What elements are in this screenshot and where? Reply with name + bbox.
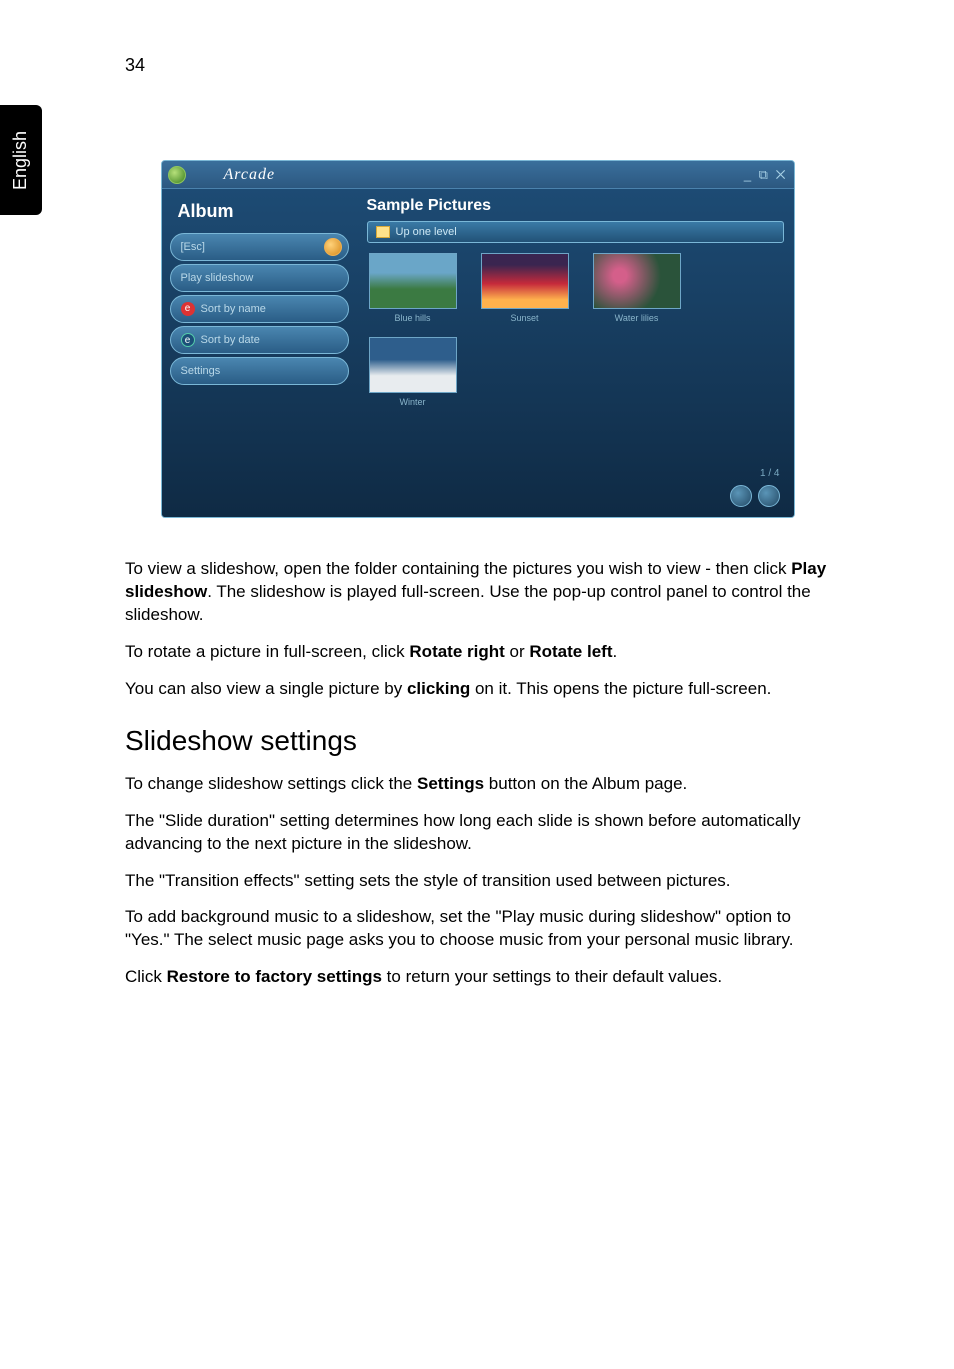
paragraph: The "Slide duration" setting determines … <box>125 810 830 856</box>
thumbnail-image <box>369 253 457 309</box>
paragraph: To rotate a picture in full-screen, clic… <box>125 641 830 664</box>
left-panel: Album [Esc] Play slideshow e Sort by nam… <box>162 189 357 517</box>
titlebar-title: Arcade <box>224 166 276 184</box>
sort-by-date-button[interactable]: e Sort by date <box>170 326 349 354</box>
menu-item-label: Settings <box>181 365 221 377</box>
window-buttons[interactable]: _ ⧉ ✕ <box>744 167 788 183</box>
content-area: Arcade _ ⧉ ✕ Album [Esc] Play slideshow … <box>125 160 830 1003</box>
esc-label: [Esc] <box>181 241 205 253</box>
titlebar: Arcade _ ⧉ ✕ <box>162 161 794 189</box>
back-icon[interactable] <box>324 238 342 256</box>
nav-down-icon[interactable] <box>758 485 780 507</box>
document-text: To view a slideshow, open the folder con… <box>125 558 830 989</box>
thumbnail-water-lilies[interactable]: Water lilies <box>591 253 683 323</box>
thumbnail-image <box>369 337 457 393</box>
thumbnail-grid: Blue hills Sunset Water lilies Wint <box>367 253 784 407</box>
thumbnail-blue-hills[interactable]: Blue hills <box>367 253 459 323</box>
album-heading: Album <box>168 197 351 230</box>
thumbnail-caption: Blue hills <box>367 313 459 323</box>
settings-button[interactable]: Settings <box>170 357 349 385</box>
thumbnail-caption: Winter <box>367 397 459 407</box>
nav-up-icon[interactable] <box>730 485 752 507</box>
language-tab: English <box>0 105 42 215</box>
up-one-level-button[interactable]: Up one level <box>367 221 784 243</box>
sort-by-name-button[interactable]: e Sort by name <box>170 295 349 323</box>
gallery-footer: 1 / 4 <box>730 468 780 507</box>
nav-buttons <box>730 485 780 507</box>
page: 34 English Arcade _ ⧉ ✕ Album [Esc] P <box>0 0 954 1369</box>
menu-item-label: Sort by name <box>201 303 266 315</box>
thumbnail-caption: Sunset <box>479 313 571 323</box>
thumbnail-caption: Water lilies <box>591 313 683 323</box>
paragraph: You can also view a single picture by cl… <box>125 678 830 701</box>
badge-icon: e <box>181 302 195 316</box>
paragraph: To view a slideshow, open the folder con… <box>125 558 830 627</box>
thumbnail-image <box>593 253 681 309</box>
menu-item-label: Play slideshow <box>181 272 254 284</box>
thumbnail-image <box>481 253 569 309</box>
paragraph: The "Transition effects" setting sets th… <box>125 870 830 893</box>
thumbnail-sunset[interactable]: Sunset <box>479 253 571 323</box>
paragraph: Click Restore to factory settings to ret… <box>125 966 830 989</box>
paragraph: To add background music to a slideshow, … <box>125 906 830 952</box>
language-label: English <box>11 130 32 189</box>
thumbnail-winter[interactable]: Winter <box>367 337 459 407</box>
screenshot-body: Album [Esc] Play slideshow e Sort by nam… <box>162 189 794 517</box>
right-panel: Sample Pictures Up one level Blue hills … <box>357 189 794 517</box>
folder-up-icon <box>376 226 390 238</box>
paragraph: To change slideshow settings click the S… <box>125 773 830 796</box>
page-number: 34 <box>125 55 145 76</box>
section-heading: Slideshow settings <box>125 725 830 757</box>
esc-button[interactable]: [Esc] <box>170 233 349 261</box>
gallery-title: Sample Pictures <box>367 197 784 215</box>
arcade-screenshot: Arcade _ ⧉ ✕ Album [Esc] Play slideshow … <box>161 160 795 518</box>
page-indicator: 1 / 4 <box>730 468 780 479</box>
home-icon[interactable] <box>168 166 186 184</box>
menu-item-label: Sort by date <box>201 334 260 346</box>
up-one-level-label: Up one level <box>396 226 457 238</box>
play-slideshow-button[interactable]: Play slideshow <box>170 264 349 292</box>
badge-icon: e <box>181 333 195 347</box>
